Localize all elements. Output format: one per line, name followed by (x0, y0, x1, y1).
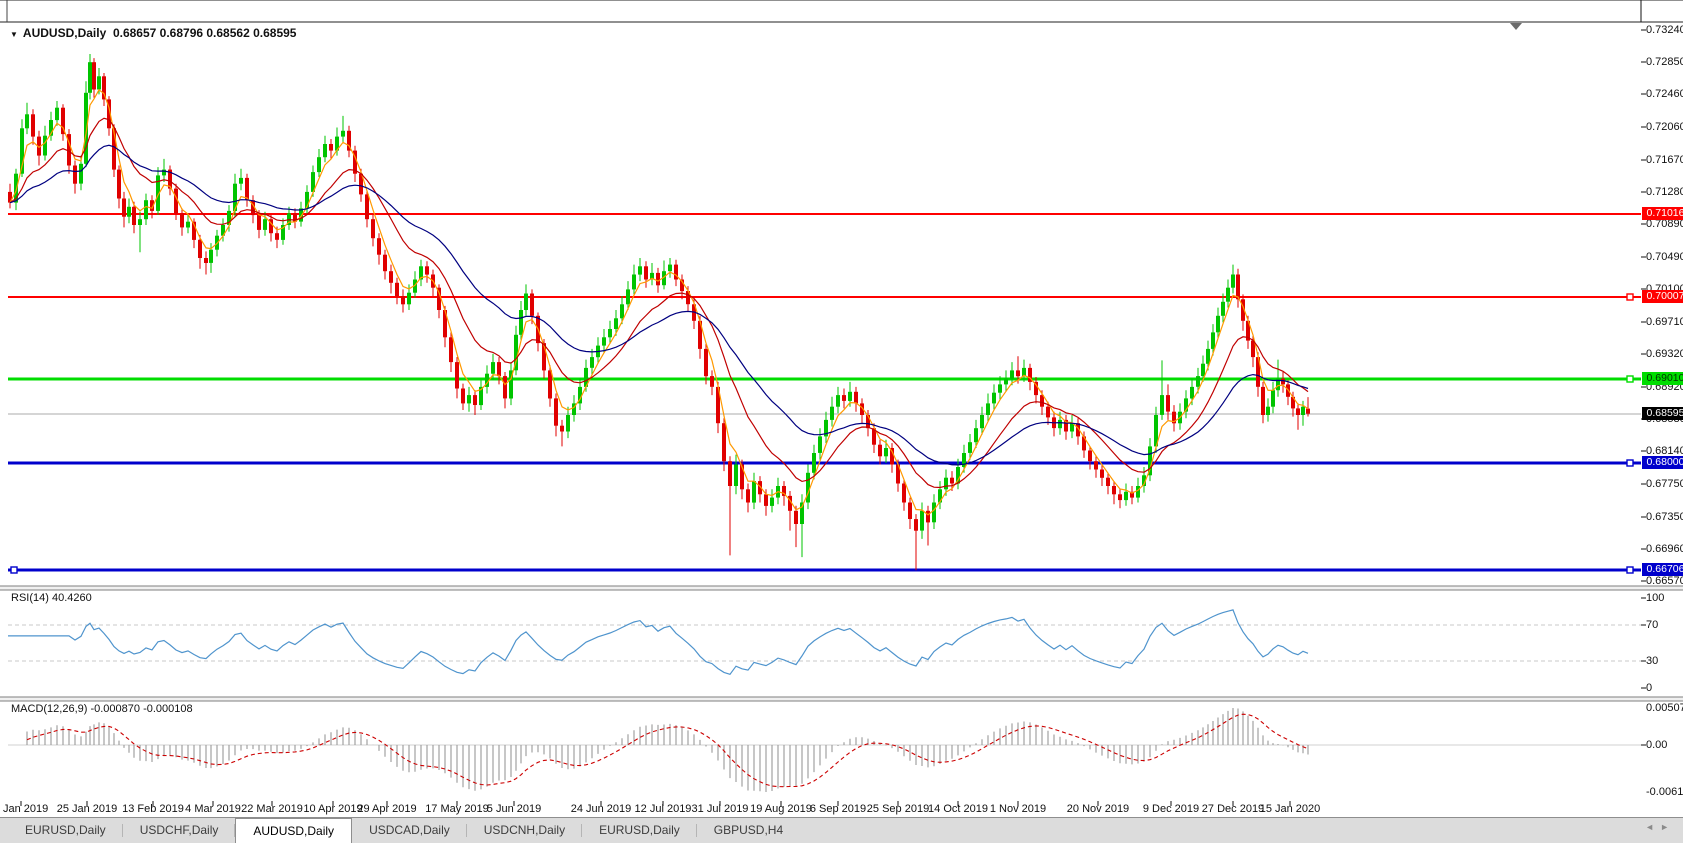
level-price-tag: 0.71016 (1642, 207, 1683, 220)
date-axis-label: 1 Nov 2019 (978, 803, 1058, 815)
level-price-tag: 0.69010 (1642, 372, 1683, 385)
chart-canvas[interactable] (0, 0, 1683, 843)
symbol-tab-audusd-daily[interactable]: AUDUSD,Daily (235, 818, 352, 843)
rsi-axis-label: 100 (1646, 592, 1664, 604)
price-axis-label: 0.71670 (1646, 154, 1683, 166)
chart-symbol-label: AUDUSD,Daily (23, 26, 106, 40)
price-axis-label: 0.66570 (1646, 575, 1683, 587)
level-price-tag: 0.68000 (1642, 456, 1683, 469)
price-axis-label: 0.73240 (1646, 24, 1683, 36)
price-axis-label: 0.67750 (1646, 478, 1683, 490)
symbol-tab-usdchf-daily[interactable]: USDCHF,Daily (123, 818, 236, 843)
level-price-tag: 0.66706 (1642, 563, 1683, 576)
symbol-tab-eurusd-daily[interactable]: EURUSD,Daily (8, 818, 123, 843)
price-axis-label: 0.70490 (1646, 251, 1683, 263)
tab-scroll-left-button[interactable]: ◄ (1645, 822, 1660, 832)
symbol-tab-gbpusd-h4[interactable]: GBPUSD,H4 (697, 818, 800, 843)
tab-scroll-right-button[interactable]: ► (1660, 822, 1675, 832)
price-axis-label: 0.71280 (1646, 186, 1683, 198)
current-price-tag: 0.68595 (1642, 407, 1683, 420)
price-axis-label: 0.72850 (1646, 56, 1683, 68)
macd-axis-label: 0.00 (1646, 739, 1667, 751)
symbol-tab-eurusd-daily[interactable]: EURUSD,Daily (582, 818, 697, 843)
tab-scroll-arrows: ◄► (1645, 822, 1675, 832)
price-axis-label: 0.72060 (1646, 121, 1683, 133)
price-axis-label: 0.67350 (1646, 511, 1683, 523)
macd-axis-label: 0.005076 (1646, 702, 1683, 714)
rsi-axis-label: 30 (1646, 655, 1658, 667)
price-axis-label: 0.69710 (1646, 316, 1683, 328)
price-axis-label: 0.69320 (1646, 348, 1683, 360)
rsi-indicator-label: RSI(14) 40.4260 (11, 592, 92, 604)
date-axis-label: 20 Nov 2019 (1058, 803, 1138, 815)
mt4-window: T ▼ M1M5M15M30H1H4D1W1MN ▼AUDUSD,Daily 0… (0, 0, 1683, 843)
price-axis-label: 0.72460 (1646, 88, 1683, 100)
symbol-tab-bar: EURUSD,DailyUSDCHF,DailyAUDUSD,DailyUSDC… (0, 817, 1683, 843)
macd-axis-label: -0.006148 (1646, 786, 1683, 798)
collapse-chart-icon[interactable]: ▼ (10, 30, 18, 39)
level-price-tag: 0.70007 (1642, 290, 1683, 303)
date-axis-label: 15 Jan 2020 (1250, 803, 1330, 815)
chart-title: ▼ AUDUSD,Daily 0.68657 0.68796 0.68562 0.… (10, 26, 296, 40)
date-axis-label: 29 Apr 2019 (347, 803, 427, 815)
symbol-tab-usdcad-daily[interactable]: USDCAD,Daily (352, 818, 467, 843)
rsi-axis-label: 70 (1646, 619, 1658, 631)
symbol-tabs: EURUSD,DailyUSDCHF,DailyAUDUSD,DailyUSDC… (8, 818, 800, 843)
date-axis-label: 5 Jun 2019 (474, 803, 554, 815)
price-axis-label: 0.66960 (1646, 543, 1683, 555)
chart-ohlc-values: 0.68657 0.68796 0.68562 0.68595 (113, 26, 297, 40)
macd-indicator-label: MACD(12,26,9) -0.000870 -0.000108 (11, 703, 193, 715)
rsi-axis-label: 0 (1646, 682, 1652, 694)
symbol-tab-usdcnh-daily[interactable]: USDCNH,Daily (467, 818, 582, 843)
